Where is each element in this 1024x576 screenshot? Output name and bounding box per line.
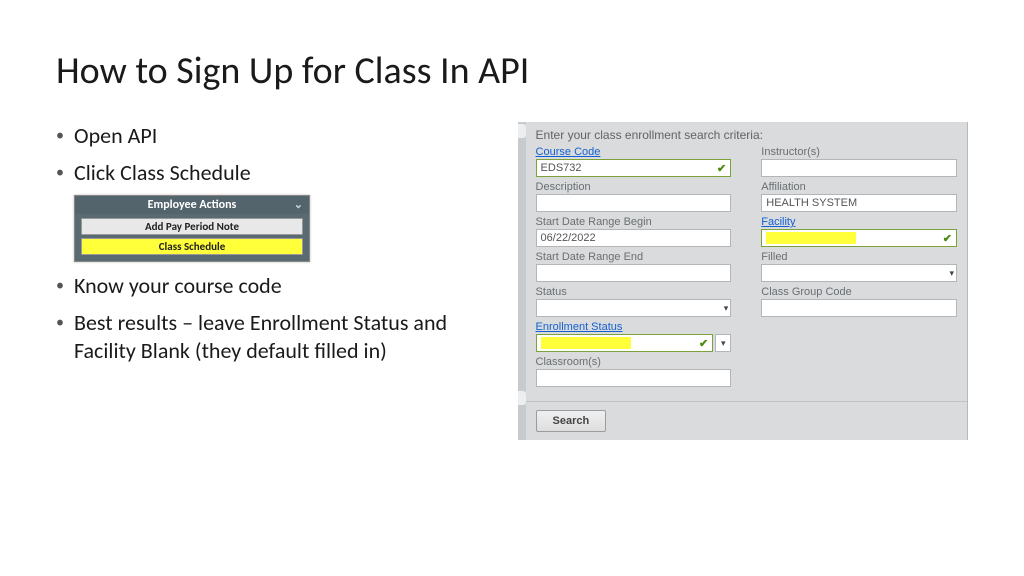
bullet-text: Click Class Schedule xyxy=(74,159,448,188)
bullet-list: • Open API • Click Class Schedule Employ… xyxy=(56,122,448,440)
bullet-dot: • xyxy=(56,122,74,151)
slide-title: How to Sign Up for Class In API xyxy=(56,48,968,94)
description-label: Description xyxy=(536,181,732,193)
status-label: Status xyxy=(536,286,732,298)
bullet-dot: • xyxy=(56,272,74,301)
enrollment-status-highlighted-value xyxy=(541,337,631,349)
start-begin-input[interactable]: 06/22/2022 xyxy=(536,229,732,247)
start-begin-value: 06/22/2022 xyxy=(541,232,596,244)
panel-tab-notch xyxy=(518,391,526,405)
check-icon: ✔ xyxy=(717,162,726,175)
bullet-dot: • xyxy=(56,309,74,366)
chevron-down-icon: ▾ xyxy=(721,338,726,349)
employee-actions-body: Add Pay Period Note Class Schedule xyxy=(75,214,309,261)
affiliation-label: Affiliation xyxy=(761,181,957,193)
start-end-input[interactable] xyxy=(536,264,732,282)
enrollment-status-field: Enrollment Status ✔ ▾ xyxy=(536,321,732,352)
bullet-text: Best results – leave Enrollment Status a… xyxy=(74,309,448,366)
chevron-down-icon: ▾ xyxy=(724,303,729,314)
instructors-field: Instructor(s) xyxy=(761,146,957,177)
bullet-item: • Open API xyxy=(56,122,448,151)
class-group-input[interactable] xyxy=(761,299,957,317)
facility-input[interactable]: ✔ xyxy=(761,229,957,247)
bullet-text: Know your course code xyxy=(74,272,448,301)
class-group-label: Class Group Code xyxy=(761,286,957,298)
check-icon: ✔ xyxy=(699,337,708,350)
course-code-label[interactable]: Course Code xyxy=(536,146,732,158)
bullet-text: Open API xyxy=(74,122,448,151)
facility-label[interactable]: Facility xyxy=(761,216,957,228)
search-row: Search xyxy=(526,401,967,432)
employee-actions-title: Employee Actions xyxy=(148,198,237,212)
instructors-input[interactable] xyxy=(761,159,957,177)
enrollment-search-panel: Enter your class enrollment search crite… xyxy=(518,122,968,440)
filled-label: Filled xyxy=(761,251,957,263)
classrooms-label: Classroom(s) xyxy=(536,356,732,368)
facility-highlighted-value xyxy=(766,232,856,244)
class-group-field: Class Group Code xyxy=(761,286,957,317)
chevron-down-icon: ⌄ xyxy=(294,198,303,211)
instructors-label: Instructor(s) xyxy=(761,146,957,158)
class-schedule-button[interactable]: Class Schedule xyxy=(81,238,303,255)
classrooms-input[interactable] xyxy=(536,369,732,387)
check-icon: ✔ xyxy=(943,232,952,245)
classrooms-field: Classroom(s) xyxy=(536,356,732,387)
description-input[interactable] xyxy=(536,194,732,212)
bullet-item: • Click Class Schedule xyxy=(56,159,448,188)
bullet-dot: • xyxy=(56,159,74,188)
filled-field: Filled ▾ xyxy=(761,251,957,282)
affiliation-value: HEALTH SYSTEM xyxy=(766,197,857,209)
course-code-field: Course Code EDS732 ✔ xyxy=(536,146,732,177)
chevron-down-icon: ▾ xyxy=(949,268,954,279)
start-begin-field: Start Date Range Begin 06/22/2022 xyxy=(536,216,732,247)
affiliation-field: Affiliation HEALTH SYSTEM xyxy=(761,181,957,212)
panel-tab-notch xyxy=(518,124,526,138)
slide: How to Sign Up for Class In API • Open A… xyxy=(0,0,1024,576)
enrollment-status-dropdown[interactable]: ▾ xyxy=(715,334,731,352)
course-code-input[interactable]: EDS732 ✔ xyxy=(536,159,732,177)
employee-actions-panel: Employee Actions ⌄ Add Pay Period Note C… xyxy=(74,195,310,262)
start-end-field: Start Date Range End xyxy=(536,251,732,282)
enrollment-status-input[interactable]: ✔ xyxy=(536,334,714,352)
bullet-item: • Best results – leave Enrollment Status… xyxy=(56,309,448,366)
status-field: Status ▾ xyxy=(536,286,732,317)
form-grid: Course Code EDS732 ✔ Instructor(s) Descr… xyxy=(526,146,967,397)
form-heading: Enter your class enrollment search crite… xyxy=(526,122,967,146)
affiliation-input[interactable]: HEALTH SYSTEM xyxy=(761,194,957,212)
course-code-value: EDS732 xyxy=(541,162,582,174)
description-field: Description xyxy=(536,181,732,212)
add-pay-period-note-button[interactable]: Add Pay Period Note xyxy=(81,218,303,235)
start-end-label: Start Date Range End xyxy=(536,251,732,263)
enrollment-status-label[interactable]: Enrollment Status xyxy=(536,321,732,333)
facility-field: Facility ✔ xyxy=(761,216,957,247)
start-begin-label: Start Date Range Begin xyxy=(536,216,732,228)
status-select[interactable]: ▾ xyxy=(536,299,732,317)
search-button[interactable]: Search xyxy=(536,410,607,432)
slide-body: • Open API • Click Class Schedule Employ… xyxy=(56,122,968,440)
bullet-item: • Know your course code xyxy=(56,272,448,301)
employee-actions-header[interactable]: Employee Actions ⌄ xyxy=(75,196,309,214)
filled-select[interactable]: ▾ xyxy=(761,264,957,282)
